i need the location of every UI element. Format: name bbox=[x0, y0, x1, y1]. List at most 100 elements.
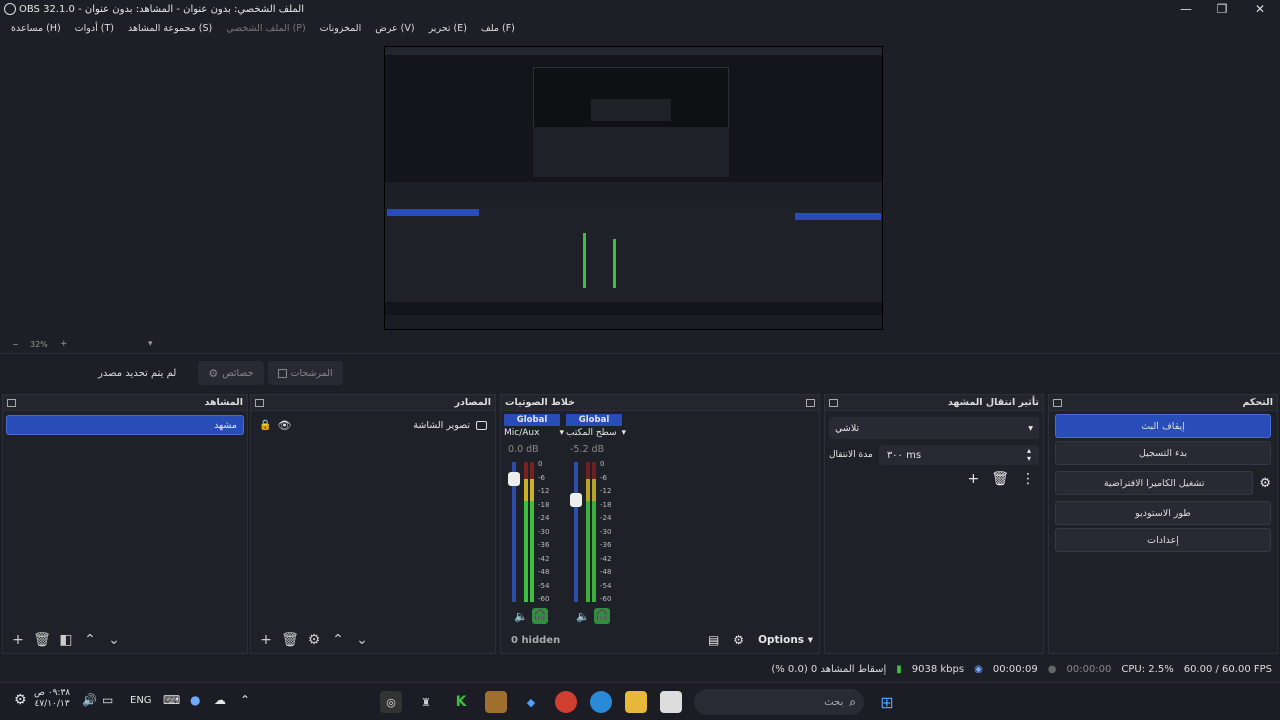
mic-icon[interactable]: ● bbox=[190, 693, 200, 707]
properties-button[interactable]: ⚙ خصائص bbox=[198, 361, 264, 385]
move-up-button[interactable]: ⌃ bbox=[79, 629, 101, 651]
advanced-audio-icon[interactable]: ⚙ bbox=[733, 633, 744, 647]
move-down-button[interactable]: ⌄ bbox=[351, 629, 373, 651]
clock-time[interactable]: ٠٩:٣٨ ص bbox=[34, 688, 70, 698]
menu-item[interactable]: المخزونات bbox=[313, 23, 368, 34]
volume-slider-handle[interactable] bbox=[508, 471, 520, 486]
volume-icon[interactable]: 🔊 bbox=[82, 693, 97, 707]
cloud-icon[interactable]: ☁ bbox=[214, 693, 226, 707]
filters-button[interactable]: المرشحات bbox=[267, 361, 343, 385]
float-icon[interactable] bbox=[7, 398, 16, 407]
signal-icon: ▮ bbox=[896, 663, 902, 675]
controls-dock: التحكم إيقاف البث بدء التسجيل تشغيل الكا… bbox=[1048, 394, 1278, 654]
add-source-button[interactable]: + bbox=[255, 629, 277, 651]
search-box[interactable]: بحث ⌕ bbox=[694, 689, 864, 715]
chrome-icon[interactable] bbox=[555, 691, 577, 713]
close-icon[interactable]: ✕ bbox=[1242, 0, 1278, 18]
gear-icon[interactable]: ⚙ bbox=[303, 629, 325, 651]
app-taskbar-icon[interactable]: ♜ bbox=[415, 691, 437, 713]
headphones-icon[interactable]: 🎧 bbox=[532, 608, 548, 624]
speaker-icon[interactable]: 🔈 bbox=[576, 610, 590, 623]
more-icon[interactable]: ⋮ bbox=[1021, 471, 1035, 487]
weather-gear-icon[interactable]: ⚙ bbox=[14, 692, 27, 708]
source-item[interactable]: 🔒 👁 تصوير الشاشة bbox=[259, 415, 487, 435]
edge-icon[interactable] bbox=[590, 691, 612, 713]
studio-mode-button[interactable]: طور الاستوديو bbox=[1055, 501, 1271, 525]
filter-icon[interactable]: ◧ bbox=[55, 629, 77, 651]
search-icon: ⌕ bbox=[849, 694, 856, 709]
zoom-dropdown-icon[interactable]: ▾ bbox=[148, 339, 153, 349]
zoom-out-button[interactable]: − bbox=[12, 340, 19, 349]
channel-name[interactable]: Mic/Aux ▾ bbox=[504, 428, 564, 440]
divider bbox=[0, 353, 1280, 354]
photo-app-icon[interactable] bbox=[485, 691, 507, 713]
headphones-icon[interactable]: 🎧 bbox=[594, 608, 610, 624]
menu-item[interactable]: ملف (F) bbox=[474, 23, 522, 34]
layout-icon[interactable]: ▤ bbox=[708, 633, 719, 647]
clock-date[interactable]: ٤٧/١٠/١٣ bbox=[35, 699, 70, 709]
channel-name[interactable]: صوت سطح المكتب ▾ bbox=[566, 428, 626, 440]
scene-item[interactable]: مشهد bbox=[6, 415, 244, 435]
volume-slider-track[interactable] bbox=[574, 462, 578, 602]
trash-icon[interactable]: 🗑 bbox=[991, 471, 1009, 487]
virtual-camera-button[interactable]: تشغيل الكاميرا الافتراضية bbox=[1055, 471, 1254, 495]
record-icon: ● bbox=[1047, 663, 1057, 675]
volume-slider-handle[interactable] bbox=[570, 492, 582, 507]
menu-item[interactable]: مجموعة المشاهد (S) bbox=[121, 23, 219, 34]
gear-icon[interactable]: ⚙ bbox=[1259, 476, 1271, 491]
meter-tick-label: -24 bbox=[538, 514, 550, 522]
menu-bar: ملف (F) تحرير (E) عرض (V) المخزونات الملف ال… bbox=[0, 18, 1280, 38]
transition-type: تلاشي bbox=[835, 422, 860, 434]
keyboard-icon[interactable]: ⌨ bbox=[163, 693, 180, 707]
menu-item[interactable]: الملف الشخصي (P) bbox=[219, 23, 313, 34]
speaker-icon[interactable]: 🔈 bbox=[514, 610, 528, 623]
notepad-icon[interactable] bbox=[660, 691, 682, 713]
transition-select[interactable]: تلاشي ▾ bbox=[829, 417, 1039, 439]
eye-icon[interactable]: 👁 bbox=[277, 419, 291, 432]
float-icon[interactable] bbox=[255, 398, 264, 407]
channel-badge: Global bbox=[566, 414, 622, 426]
options-button[interactable]: Options ▾ bbox=[758, 634, 813, 646]
k-app-icon[interactable]: K bbox=[450, 691, 472, 713]
add-transition-button[interactable]: + bbox=[967, 471, 979, 487]
layers-app-icon[interactable]: ◆ bbox=[520, 691, 542, 713]
move-down-button[interactable]: ⌄ bbox=[103, 629, 125, 651]
folder-icon[interactable] bbox=[625, 691, 647, 713]
level-meter bbox=[530, 462, 534, 602]
display-icon[interactable]: ▭ bbox=[102, 693, 113, 707]
cpu-usage: CPU: 2.5% bbox=[1121, 663, 1174, 675]
channel-db: -5.2 dB bbox=[570, 444, 605, 455]
hidden-count[interactable]: 0 hidden bbox=[511, 635, 560, 646]
float-icon[interactable] bbox=[829, 398, 838, 407]
chevron-up-icon[interactable]: ⌃ bbox=[240, 693, 250, 707]
settings-button[interactable]: إعدادات bbox=[1055, 528, 1271, 552]
stop-streaming-button[interactable]: إيقاف البث bbox=[1055, 414, 1271, 438]
start-icon[interactable]: ⊞ bbox=[876, 691, 898, 713]
menu-item[interactable]: عرض (V) bbox=[368, 23, 421, 34]
move-up-button[interactable]: ⌃ bbox=[327, 629, 349, 651]
meter-tick-label: -6 bbox=[600, 473, 607, 482]
menu-item[interactable]: أدوات (T) bbox=[68, 23, 121, 34]
channel-name-label: Mic/Aux bbox=[504, 428, 540, 438]
lock-icon[interactable]: 🔒 bbox=[259, 420, 271, 431]
duration-input[interactable]: ٣٠٠ ms ▴ ▾ bbox=[878, 445, 1039, 465]
float-icon[interactable] bbox=[1053, 398, 1062, 407]
trash-icon[interactable]: 🗑 bbox=[279, 629, 301, 651]
menu-item[interactable]: مساعدة (H) bbox=[4, 23, 68, 34]
meter-tick-label: -18 bbox=[600, 500, 612, 509]
minimize-icon[interactable]: — bbox=[1168, 0, 1204, 18]
language-indicator[interactable]: ENG bbox=[130, 695, 152, 706]
trash-icon[interactable]: 🗑 bbox=[31, 629, 53, 651]
level-meter bbox=[524, 462, 528, 602]
restore-icon[interactable]: ❐ bbox=[1204, 0, 1240, 18]
start-recording-button[interactable]: بدء التسجيل bbox=[1055, 441, 1271, 465]
menu-item[interactable]: تحرير (E) bbox=[422, 23, 474, 34]
meter-tick-label: -36 bbox=[600, 541, 612, 549]
monitor-icon bbox=[476, 420, 487, 430]
preview-canvas[interactable] bbox=[384, 46, 883, 330]
meter-tick-label: -24 bbox=[600, 514, 612, 522]
float-icon[interactable] bbox=[806, 398, 815, 407]
obs-taskbar-icon[interactable]: ◎ bbox=[380, 691, 402, 713]
add-scene-button[interactable]: + bbox=[7, 629, 29, 651]
zoom-in-button[interactable]: + bbox=[60, 339, 68, 349]
